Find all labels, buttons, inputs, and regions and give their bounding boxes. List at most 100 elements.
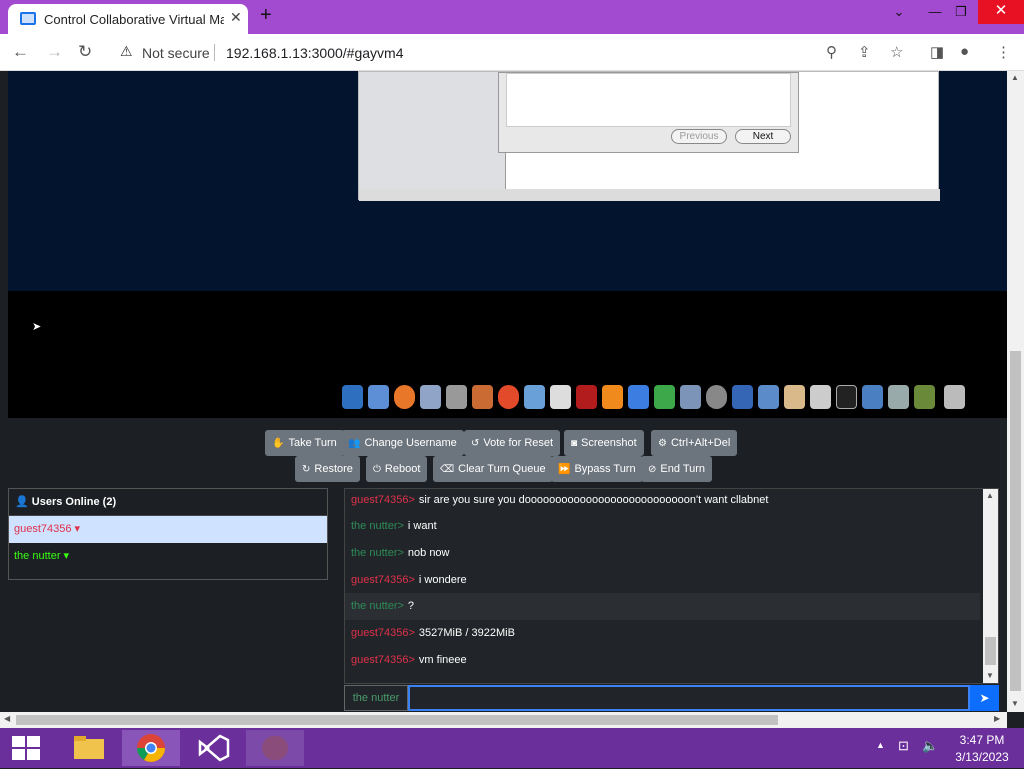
page-horizontal-scrollbar[interactable]: ◀ ▶ [0, 712, 1007, 728]
camera-icon: ◙ [571, 438, 578, 449]
control-panel: ✋ Take Turn 👥 Change Username ↺ Vote for Re… [0, 418, 1007, 486]
clear-queue-button[interactable]: ⌫ Clear Turn Queue [433, 456, 553, 482]
reload-icon[interactable]: ↻ [78, 42, 92, 62]
page-scroll-thumb[interactable] [1010, 351, 1021, 691]
tray-expand-icon[interactable]: ▲ [876, 740, 885, 750]
dock-monitor-icon[interactable] [758, 385, 779, 409]
bypass-turn-button[interactable]: ⏩ Bypass Turn [551, 456, 643, 482]
chat-message-input[interactable] [408, 685, 970, 711]
dock-w-icon[interactable] [628, 385, 649, 409]
menu-icon[interactable]: ⋮ [996, 43, 1011, 61]
volume-icon[interactable]: 🔈 [922, 738, 938, 754]
scroll-up-icon[interactable]: ▲ [1011, 73, 1019, 82]
dock-book-icon[interactable] [576, 385, 597, 409]
chat-message: guest74356> vm fineee [345, 647, 980, 674]
users-online-panel: 👤 Users Online (2) guest74356 ▾ the nutt… [8, 488, 328, 580]
zoom-icon[interactable]: ⚲ [826, 43, 837, 61]
not-secure-label[interactable]: Not secure [142, 45, 210, 61]
scroll-up-icon[interactable]: ▲ [986, 491, 994, 500]
start-button[interactable] [2, 730, 48, 766]
send-button[interactable]: ➤ [970, 685, 999, 711]
page-vertical-scrollbar[interactable]: ▲ ▼ [1007, 71, 1024, 712]
app-button[interactable] [246, 730, 304, 766]
side-panel-icon[interactable]: ◨ [930, 43, 944, 61]
page-hscroll-thumb[interactable] [16, 715, 778, 725]
dock-people-icon[interactable] [862, 385, 883, 409]
dock-finder-icon[interactable] [368, 385, 389, 409]
user-list-item[interactable]: the nutter ▾ [9, 543, 327, 570]
hand-icon: ✋ [272, 438, 285, 449]
chat-username: the nutter> [351, 547, 404, 559]
visual-studio-button[interactable] [188, 730, 234, 766]
restore-button[interactable]: ↻ Restore [295, 456, 360, 482]
dock-firefox-icon[interactable] [394, 385, 415, 409]
tab-title: Control Collaborative Virtual Mac [44, 12, 224, 27]
dock-app-icon[interactable] [342, 385, 363, 409]
browser-tab[interactable]: Control Collaborative Virtual Mac ✕ [8, 4, 248, 34]
dock-settings-icon[interactable] [888, 385, 909, 409]
scroll-down-icon[interactable]: ▼ [1011, 699, 1019, 708]
dock-box-icon[interactable] [914, 385, 935, 409]
address-toolbar: ← → ↻ ⚠ Not secure 192.168.1.13:3000/#ga… [0, 34, 1024, 71]
chat-scroll-thumb[interactable] [985, 637, 996, 665]
scroll-left-icon[interactable]: ◀ [4, 714, 10, 723]
forward-icon[interactable]: → [46, 42, 63, 62]
close-tab-icon[interactable]: ✕ [230, 9, 242, 26]
dock-p-icon[interactable] [602, 385, 623, 409]
chat-text: ? [407, 600, 415, 612]
screenshot-button[interactable]: ◙ Screenshot [564, 430, 644, 456]
take-turn-button[interactable]: ✋ Take Turn [265, 430, 344, 456]
bookmark-star-icon[interactable]: ☆ [890, 43, 903, 61]
windows-taskbar: ▲ ⊡ 🔈 3:47 PM 3/13/2023 [0, 728, 1024, 768]
dock-video-icon[interactable] [524, 385, 545, 409]
user-list-item[interactable]: guest74356 ▾ [9, 516, 327, 543]
vm-screen[interactable]: Previous Next ➤ [8, 71, 1007, 418]
profile-icon[interactable]: ● [960, 43, 969, 60]
dock-network-icon[interactable] [732, 385, 753, 409]
visual-studio-icon [198, 734, 230, 762]
previous-button[interactable]: Previous [671, 129, 727, 144]
installer-footer [359, 189, 940, 201]
new-tab-button[interactable]: + [260, 4, 272, 27]
dock-trash-icon[interactable] [944, 385, 965, 409]
vote-reset-button[interactable]: ↺ Vote for Reset [464, 430, 561, 456]
folder-icon [74, 736, 104, 759]
back-icon[interactable]: ← [12, 42, 29, 62]
dock-utility-icon[interactable] [810, 385, 831, 409]
next-button[interactable]: Next [735, 129, 791, 144]
power-icon: ⏻ [373, 464, 381, 475]
restore-icon: ↻ [302, 464, 311, 475]
dock-terminal-icon[interactable] [836, 385, 857, 409]
chrome-icon [137, 734, 165, 762]
close-window-button[interactable]: ✕ [978, 0, 1024, 24]
ban-icon: ⊘ [648, 464, 657, 475]
change-username-button[interactable]: 👥 Change Username [341, 430, 464, 456]
dock-browser-icon[interactable] [498, 385, 519, 409]
dock-excel-icon[interactable] [654, 385, 675, 409]
dock-mic-icon[interactable] [446, 385, 467, 409]
dock-docs-icon[interactable] [784, 385, 805, 409]
file-explorer-button[interactable] [66, 730, 112, 766]
dock-preview-icon[interactable] [680, 385, 701, 409]
url-text[interactable]: 192.168.1.13:3000/#gayvm4 [226, 45, 403, 61]
chat-scrollbar[interactable]: ▲ ▼ [983, 489, 998, 683]
scroll-right-icon[interactable]: ▶ [994, 714, 1000, 723]
clock[interactable]: 3:47 PM 3/13/2023 [950, 733, 1014, 764]
reboot-button[interactable]: ⏻ Reboot [366, 456, 428, 482]
maximize-button[interactable]: ❐ [946, 4, 976, 20]
dock-star-icon[interactable] [550, 385, 571, 409]
chrome-button[interactable] [122, 730, 180, 766]
eraser-icon: ⌫ [440, 464, 455, 475]
dock-mail-icon[interactable] [420, 385, 441, 409]
dock-speaker-icon[interactable] [706, 385, 727, 409]
chat-log[interactable]: guest74356> sir are you sure you dooooooo… [344, 488, 999, 684]
tab-search-icon[interactable]: ⌄ [884, 4, 914, 20]
network-icon[interactable]: ⊡ [898, 738, 909, 754]
omnibox[interactable]: ⚠ Not secure 192.168.1.13:3000/#gayvm4 [110, 38, 920, 67]
dock-photo-icon[interactable] [472, 385, 493, 409]
ctrl-alt-del-button[interactable]: ⚙ Ctrl+Alt+Del [651, 430, 738, 456]
share-icon[interactable]: ⇪ [858, 43, 871, 61]
end-turn-button[interactable]: ⊘ End Turn [641, 456, 713, 482]
scroll-down-icon[interactable]: ▼ [986, 671, 994, 680]
warning-icon[interactable]: ⚠ [120, 43, 133, 60]
